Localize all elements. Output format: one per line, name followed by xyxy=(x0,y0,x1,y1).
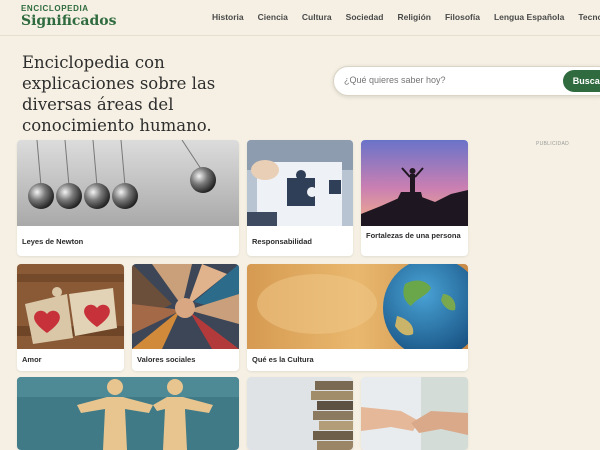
logo-main-text: Significados xyxy=(21,13,117,29)
card-leyes-de-newton[interactable]: Leyes de Newton xyxy=(17,140,239,256)
card-label: Valores sociales xyxy=(137,355,196,364)
card-label: Amor xyxy=(22,355,42,364)
card-label: Leyes de Newton xyxy=(22,237,84,246)
card-que-es-la-cultura[interactable]: Qué es la Cultura xyxy=(247,264,468,371)
handshake-image xyxy=(361,377,468,450)
newton-cradle-image xyxy=(17,140,239,226)
card-amor[interactable]: Amor xyxy=(17,264,124,371)
card-valores-sociales[interactable]: Valores sociales xyxy=(132,264,239,371)
search-button[interactable]: Buscar xyxy=(563,70,600,92)
nav-item-religion[interactable]: Religión xyxy=(397,12,431,22)
hands-together-image xyxy=(132,264,239,349)
card-label: Qué es la Cultura xyxy=(252,355,314,364)
puzzle-image xyxy=(247,140,353,226)
nav-item-tecnologia[interactable]: Tecnol xyxy=(578,12,600,22)
nav-item-filosofia[interactable]: Filosofía xyxy=(445,12,480,22)
nav-item-sociedad[interactable]: Sociedad xyxy=(346,12,384,22)
books-image xyxy=(247,377,353,450)
main-nav: Historia Ciencia Cultura Sociedad Religi… xyxy=(212,12,600,22)
globe-image xyxy=(247,264,468,349)
card-row3-2[interactable] xyxy=(247,377,353,450)
nav-item-historia[interactable]: Historia xyxy=(212,12,244,22)
search-input[interactable] xyxy=(344,75,544,85)
card-label: Fortalezas de una persona xyxy=(366,231,461,240)
site-logo[interactable]: ENCICLOPEDIA Significados xyxy=(21,4,117,29)
card-row3-1[interactable] xyxy=(17,377,239,450)
site-header: ENCICLOPEDIA Significados Historia Cienc… xyxy=(0,0,600,36)
hero-title: Enciclopedia con explicaciones sobre las… xyxy=(22,53,216,135)
nav-item-cultura[interactable]: Cultura xyxy=(302,12,332,22)
paper-people-image xyxy=(17,377,239,450)
nav-item-lengua-espanola[interactable]: Lengua Española xyxy=(494,12,564,22)
sunset-person-image xyxy=(361,140,468,226)
nav-item-ciencia[interactable]: Ciencia xyxy=(258,12,288,22)
card-responsabilidad[interactable]: Responsabilidad xyxy=(247,140,353,256)
logo-top-text: ENCICLOPEDIA xyxy=(21,4,89,13)
puzzle-hearts-image xyxy=(17,264,124,349)
ad-label: PUBLICIDAD xyxy=(536,141,570,147)
card-label: Responsabilidad xyxy=(252,237,313,246)
search-bar: Buscar xyxy=(333,66,600,96)
card-fortalezas[interactable]: Fortalezas de una persona xyxy=(361,140,468,256)
card-row3-3[interactable] xyxy=(361,377,468,450)
